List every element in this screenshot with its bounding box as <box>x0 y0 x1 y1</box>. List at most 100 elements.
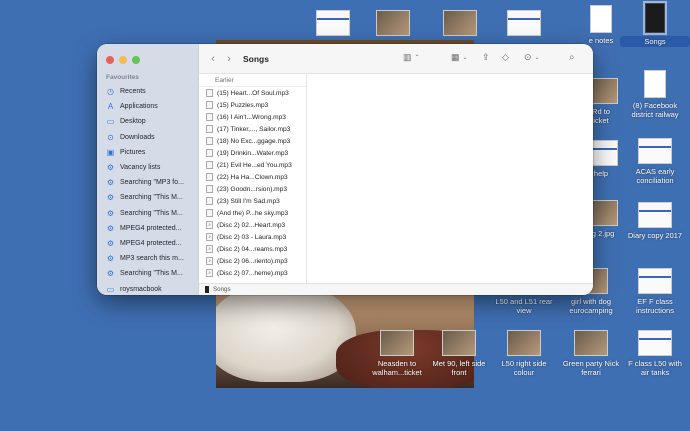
file-row[interactable]: (18) No Exc...ggage.mp3 <box>199 135 306 147</box>
audio-file-icon <box>206 149 213 157</box>
file-row[interactable]: (19) Drinkin...Water.mp3 <box>199 147 306 159</box>
desktop-thumbnail <box>316 10 350 36</box>
sidebar-item[interactable]: ▭ Desktop <box>97 114 199 129</box>
desktop-item-label: girl with dog eurocamping <box>569 297 613 315</box>
sidebar-item-label: Pictures <box>120 148 146 156</box>
file-row[interactable]: (15) Puzzles.mp3 <box>199 99 306 111</box>
desktop-item[interactable]: Green party Nick ferrari <box>556 330 626 377</box>
pictures-icon: ▣ <box>106 147 115 157</box>
sidebar-item-label: Searching "This M... <box>120 194 183 202</box>
view-switcher[interactable]: ▥ ⌃ <box>403 52 420 63</box>
file-name: (22) Ha Ha...Clown.mp3 <box>217 173 288 181</box>
share-button[interactable]: ⇪ <box>482 52 490 63</box>
file-row[interactable]: ♪ (Disc 2) 06...riento).mp3 <box>199 255 306 267</box>
forward-button[interactable]: › <box>221 53 237 65</box>
back-button[interactable]: ‹ <box>205 53 221 65</box>
column-view-icon: ▥ <box>403 52 412 62</box>
sidebar-item-label: roysmacbook <box>120 285 162 293</box>
more-actions-button[interactable]: ⊙ ⌄ <box>524 52 540 63</box>
list-section-heading: Earlier <box>199 74 306 87</box>
file-row[interactable]: (23) Goodn...rsion).mp3 <box>199 183 306 195</box>
desktop-item[interactable]: Songs <box>620 1 690 47</box>
file-row[interactable]: (And the) P...he sky.mp3 <box>199 207 306 219</box>
desktop-item-label: L50 and L51 rear view <box>495 297 553 315</box>
desktop-item[interactable]: L50 right side colour <box>489 330 559 377</box>
audio-file-icon: ♪ <box>206 245 213 253</box>
audio-file-icon: ♪ <box>206 257 213 265</box>
sidebar-item[interactable]: ⚙ Searching "This M... <box>97 266 199 281</box>
desktop-item-label: ACAS early conciliation <box>635 167 675 185</box>
file-row[interactable]: ♪ (Disc 2) 07...heme).mp3 <box>199 267 306 279</box>
desktop-item[interactable]: (8) Facebook district railway <box>620 70 690 119</box>
file-row[interactable]: ♪ (Disc 2) 04...reams.mp3 <box>199 243 306 255</box>
desktop-item[interactable]: F class L50 with air tanks <box>620 330 690 377</box>
file-row[interactable]: (17) Tinker,..., Sailor.mp3 <box>199 123 306 135</box>
smart-folder-icon: ⚙ <box>106 178 115 188</box>
file-row[interactable]: (23) Still I'm Sad.mp3 <box>199 195 306 207</box>
file-name: (Disc 2) 02...Heart.mp3 <box>217 221 286 229</box>
desktop-item[interactable]: Met 90, left side front <box>424 330 494 377</box>
sidebar-item[interactable]: ⚙ Searching "MP3 fo... <box>97 175 199 190</box>
desktop-item[interactable] <box>489 10 559 39</box>
sidebar-item[interactable]: ⚙ Vacancy lists <box>97 160 199 175</box>
path-bar-label[interactable]: Songs <box>213 284 231 296</box>
sidebar-item[interactable]: ⚙ MPEG4 protected... <box>97 221 199 236</box>
file-name: (15) Puzzles.mp3 <box>217 101 269 109</box>
sidebar-item-label: Searching "This M... <box>120 270 183 278</box>
desktop-item-label: Songs <box>620 36 690 47</box>
desktop-item[interactable]: Neasden to walham...ticket <box>362 330 432 377</box>
desktop-thumbnail <box>638 202 672 228</box>
file-row[interactable]: ♪ (Disc 2) 02...Heart.mp3 <box>199 219 306 231</box>
sidebar-item[interactable]: ◷ Recents <box>97 84 199 99</box>
file-row[interactable]: (16) I Ain't...Wrong.mp3 <box>199 111 306 123</box>
file-row[interactable]: ♪ (Disc 2) 03 - Laura.mp3 <box>199 231 306 243</box>
sidebar-item-label: MPEG4 protected... <box>120 239 182 247</box>
desktop-item-label: (8) Facebook district railway <box>631 101 679 119</box>
desktop-item[interactable] <box>425 10 495 39</box>
close-button[interactable] <box>106 56 114 64</box>
file-row[interactable]: (21) Evil He...ed You.mp3 <box>199 159 306 171</box>
desktop-item[interactable]: Diary copy 2017 <box>620 202 690 240</box>
desktop-item[interactable]: ACAS early conciliation <box>620 138 690 185</box>
sidebar-item[interactable]: ⚙ Searching "This M... <box>97 190 199 205</box>
minimize-button[interactable] <box>119 56 127 64</box>
share-icon: ⇪ <box>482 52 490 62</box>
desktop-item-label: Neasden to walham...ticket <box>372 359 422 377</box>
desktop-thumbnail <box>442 330 476 356</box>
device-icon <box>205 286 209 293</box>
file-row[interactable]: (22) Ha Ha...Clown.mp3 <box>199 171 306 183</box>
sidebar-item[interactable]: ⚙ Searching "This M... <box>97 206 199 221</box>
file-name: (Disc 2) 07...heme).mp3 <box>217 269 288 277</box>
file-name: (Disc 2) 03 - Laura.mp3 <box>217 233 287 241</box>
sidebar-item[interactable]: ▣ Pictures <box>97 145 199 160</box>
desktop-item[interactable]: EF F class instructions <box>620 268 690 315</box>
sidebar-item[interactable]: ⚙ MPEG4 protected... <box>97 236 199 251</box>
smart-folder-icon: ⚙ <box>106 208 115 218</box>
sidebar-item[interactable]: ⊙ Downloads <box>97 130 199 145</box>
audio-file-icon <box>206 209 213 217</box>
path-bar: Songs <box>199 283 593 295</box>
finder-window: Favourites ◷ Recents A Applications ▭ Desktop… <box>97 44 593 295</box>
audio-file-icon <box>206 137 213 145</box>
desktop-thumbnail <box>380 330 414 356</box>
sidebar-item-label: MPEG4 protected... <box>120 224 182 232</box>
tag-button[interactable]: ◇ <box>502 52 509 63</box>
file-name: (Disc 2) 04...reams.mp3 <box>217 245 288 253</box>
sidebar-item[interactable]: A Applications <box>97 99 199 114</box>
file-row[interactable]: (15) Heart...Of Soul.mp3 <box>199 87 306 99</box>
sidebar-item-label: Searching "MP3 fo... <box>120 179 184 187</box>
smart-folder-icon: ⚙ <box>106 193 115 203</box>
chevron-down-icon: ⌄ <box>534 55 540 61</box>
group-button[interactable]: ▦ ⌄ <box>451 52 468 63</box>
sidebar-item[interactable]: ▭ roysmacbook <box>97 281 199 295</box>
audio-file-icon <box>206 125 213 133</box>
desktop-thumbnail <box>638 268 672 294</box>
search-button[interactable]: ⌕ <box>569 52 575 63</box>
desktop-item[interactable] <box>358 10 428 39</box>
tag-icon: ◇ <box>502 52 509 62</box>
audio-file-icon: ♪ <box>206 233 213 241</box>
file-name: (23) Still I'm Sad.mp3 <box>217 197 280 205</box>
sidebar-item[interactable]: ⚙ MP3 search this m... <box>97 251 199 266</box>
smart-folder-icon: ⚙ <box>106 269 115 279</box>
zoom-button[interactable] <box>132 56 140 64</box>
